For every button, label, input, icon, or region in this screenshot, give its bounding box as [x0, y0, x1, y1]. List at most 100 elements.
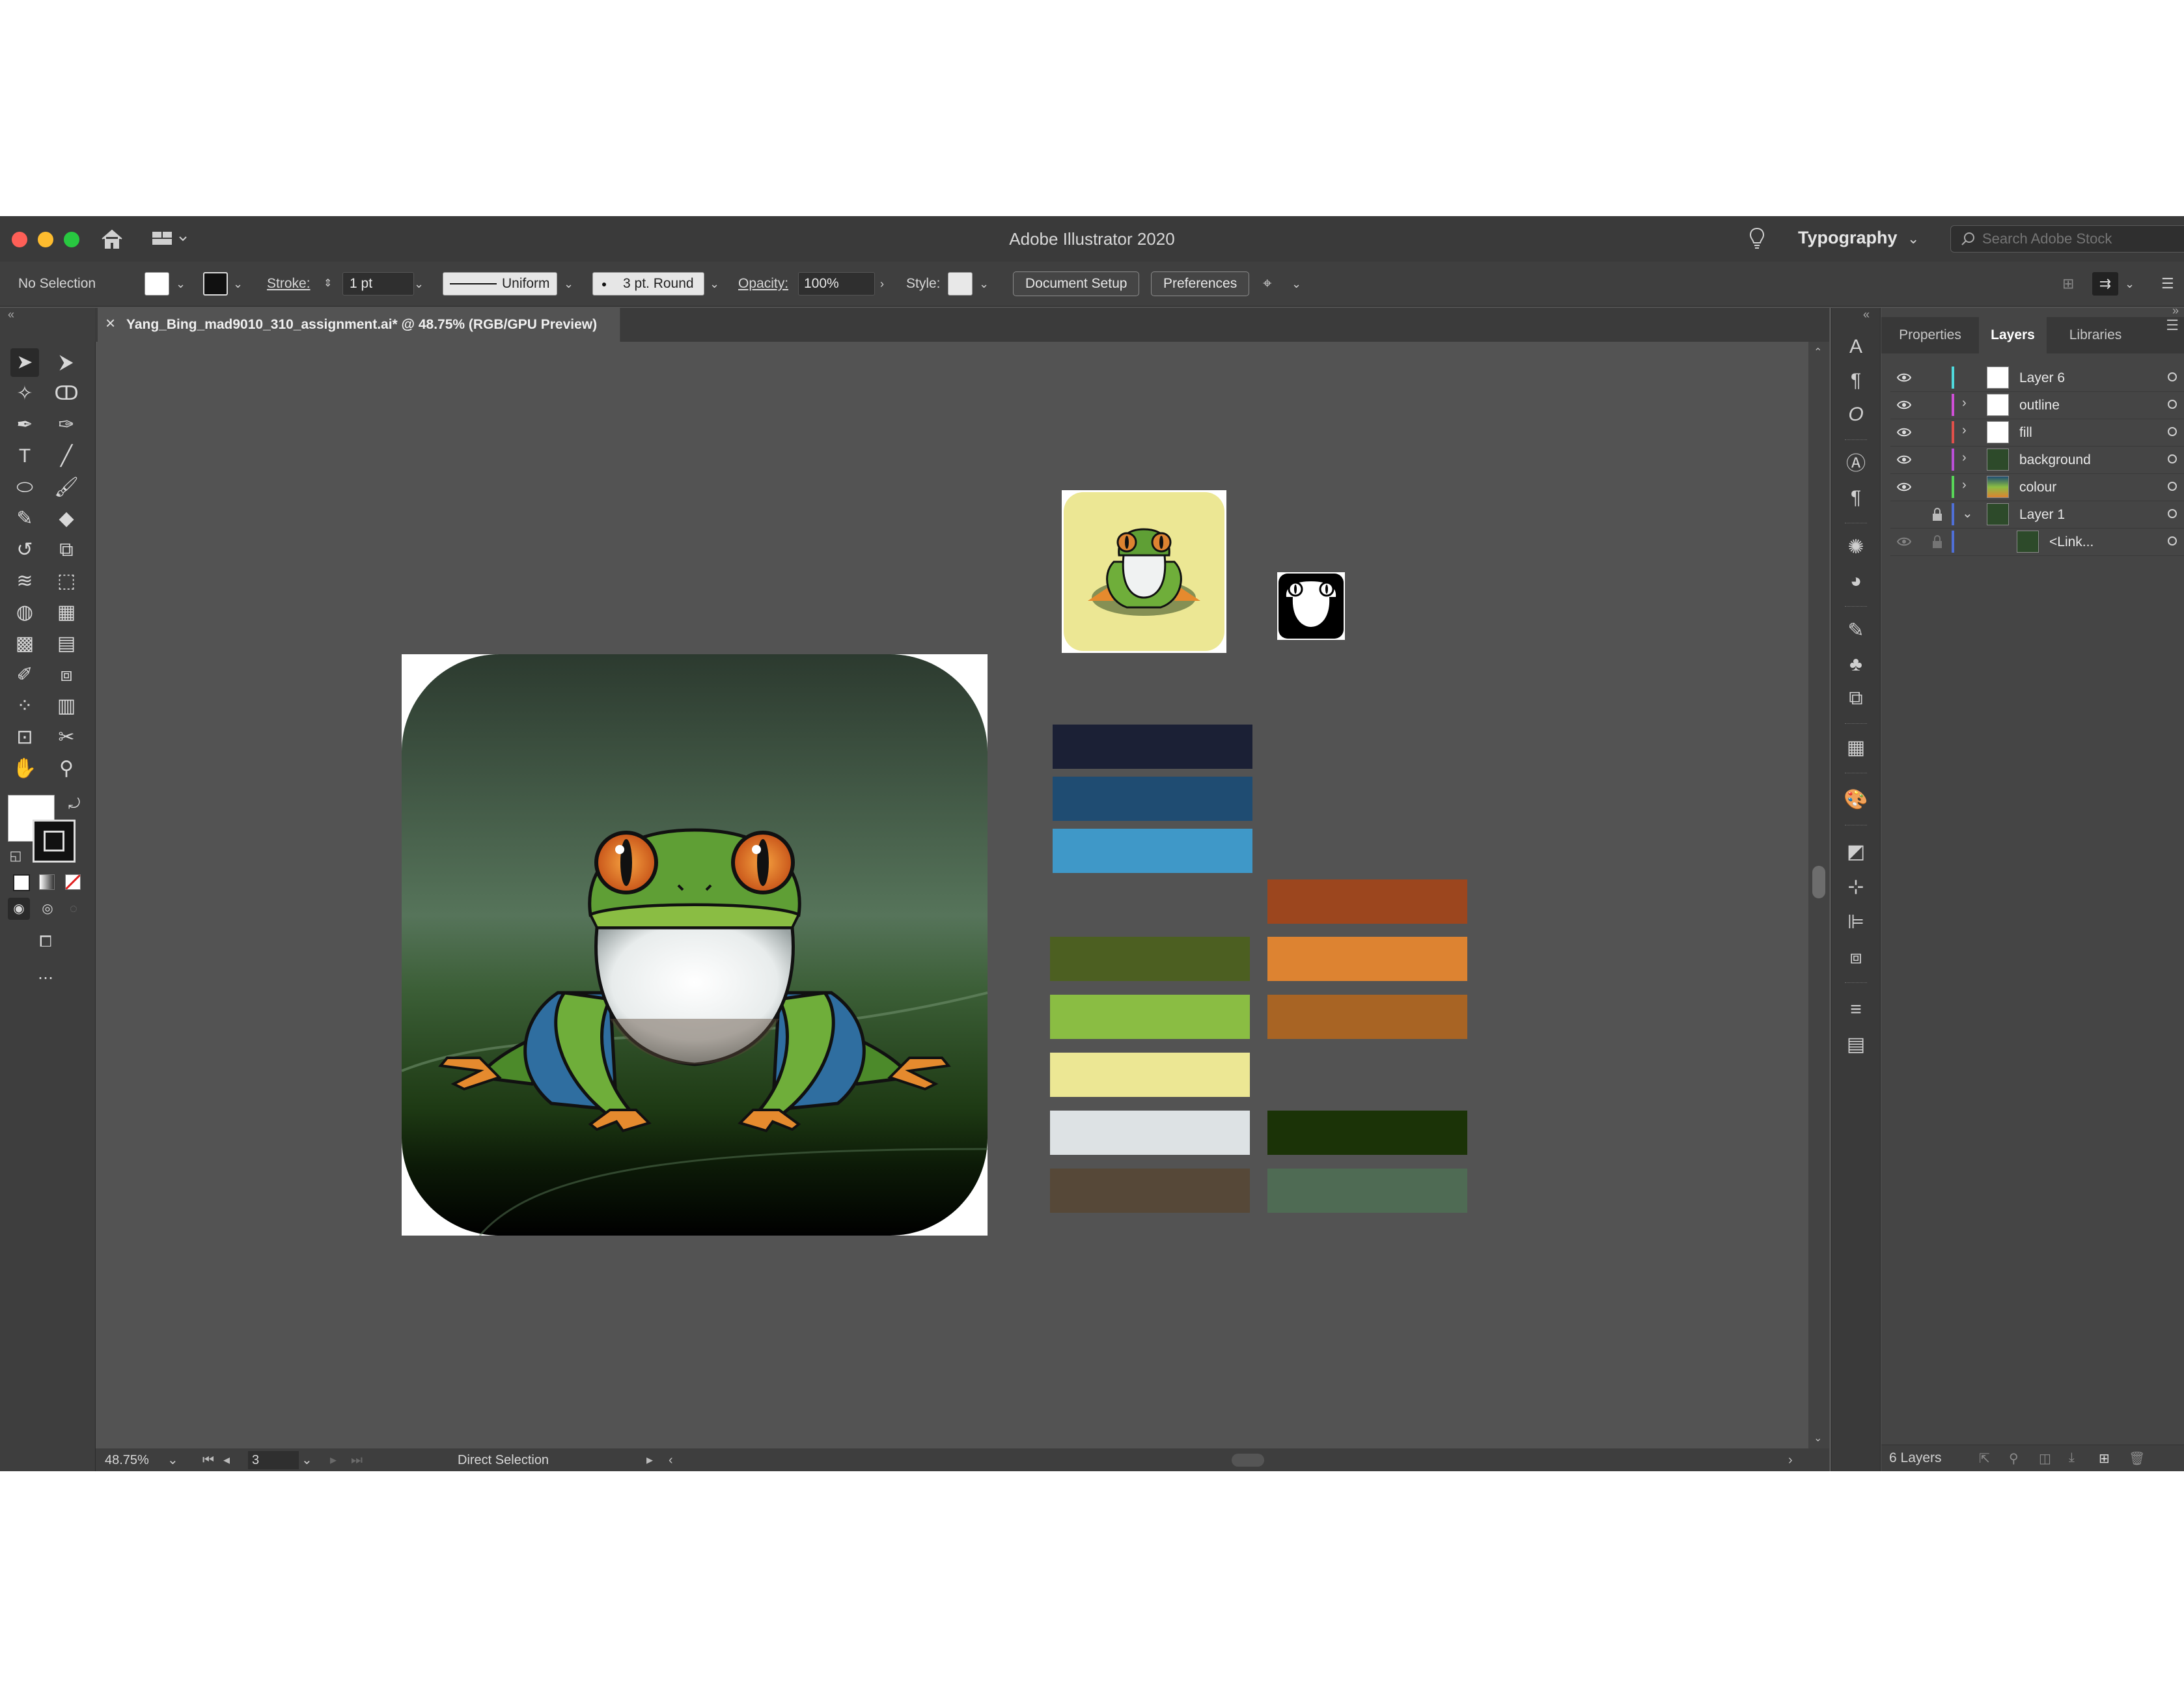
shaper-tool-icon[interactable]: ✎ [10, 505, 39, 533]
target-icon[interactable] [2168, 509, 2177, 518]
color-mode-icon[interactable] [13, 874, 30, 891]
gradient-panel-icon[interactable]: ▤ [1843, 1032, 1869, 1058]
close-icon[interactable]: × [105, 313, 115, 333]
search-input[interactable] [1981, 230, 2179, 248]
canvas[interactable] [96, 342, 1808, 1448]
free-transform-icon[interactable]: ⬚ [52, 567, 81, 596]
layer-name[interactable]: fill [2019, 425, 2032, 441]
links-icon[interactable]: ⧉ [1843, 685, 1869, 712]
tab-layers[interactable]: Layers [1979, 317, 2047, 353]
direct-selection-tool-icon[interactable]: ⮞ [52, 348, 81, 377]
swap-colors-icon[interactable]: ⤾ [60, 790, 89, 818]
tab-properties[interactable]: Properties [1881, 317, 1979, 353]
document-tab[interactable]: × Yang_Bing_mad9010_310_assignment.ai* @… [98, 308, 620, 342]
lock-icon[interactable] [1931, 534, 1944, 549]
eyedropper-icon[interactable]: ✐ [10, 661, 39, 689]
menu-list-icon[interactable]: ☰ [2161, 262, 2174, 306]
new-sublayer-icon[interactable]: ⤓ [2069, 1450, 2084, 1466]
opacity-field[interactable]: 100% [798, 272, 875, 296]
eye-icon[interactable] [1897, 453, 1911, 466]
draw-normal-icon[interactable]: ◉ [8, 898, 30, 920]
stroke-weight-field[interactable]: 1 pt [342, 272, 414, 296]
appearance-icon[interactable]: ✺ [1843, 534, 1869, 560]
target-icon[interactable] [2168, 427, 2177, 436]
swatch[interactable] [1267, 1169, 1467, 1213]
new-layer-icon[interactable]: ⊞ [2099, 1450, 2114, 1466]
paragraph-icon[interactable]: ¶ [1843, 368, 1869, 394]
default-colors-icon[interactable]: ◱ [1, 842, 30, 870]
character-icon[interactable]: A [1843, 334, 1869, 360]
status-menu-icon[interactable]: ▸ [646, 1451, 653, 1469]
swatch[interactable] [1053, 777, 1252, 821]
target-icon[interactable] [2168, 482, 2177, 491]
chevron-down-icon[interactable]: ⌄ [2125, 262, 2135, 306]
grid-icon[interactable]: ⊞ [2062, 262, 2074, 306]
chevron-down-icon[interactable]: ⌄ [167, 1451, 178, 1469]
chevron-down-icon[interactable]: ⌄ [414, 262, 424, 306]
lock-icon[interactable] [1931, 507, 1944, 521]
artboard-tool-icon[interactable]: ⊡ [10, 723, 39, 752]
arrange-icon[interactable]: ⌖ [1263, 262, 1272, 306]
selection-tool-icon[interactable]: ➤ [10, 348, 39, 377]
eraser-icon[interactable]: ◆ [52, 505, 81, 533]
swatch[interactable] [1050, 1111, 1250, 1155]
chevron-down-icon[interactable]: ⌄ [564, 262, 574, 306]
artboard-number[interactable]: 3 [248, 1451, 299, 1469]
opentype-icon[interactable]: O [1843, 402, 1869, 428]
panel-menu-icon[interactable]: ☰ [2166, 317, 2179, 334]
character-styles-icon[interactable]: Ⓐ [1843, 451, 1869, 477]
layer-row[interactable]: › fill [1890, 419, 2184, 447]
trash-icon[interactable]: 🗑 [2129, 1450, 2145, 1466]
draw-behind-icon[interactable]: ◎ [36, 898, 59, 920]
chevron-right-icon[interactable]: › [1962, 450, 1967, 465]
swatch[interactable] [1053, 725, 1252, 769]
chevron-down-icon[interactable]: ⌄ [233, 262, 243, 306]
lasso-icon[interactable]: ↀ [52, 380, 81, 408]
eye-icon[interactable] [1897, 426, 1911, 439]
layer-name[interactable]: Layer 1 [2019, 507, 2065, 523]
chevron-down-icon[interactable]: ⌄ [176, 262, 186, 306]
swatch[interactable] [1050, 1169, 1250, 1213]
blend-tool-icon[interactable]: ⧈ [52, 661, 81, 689]
first-artboard-icon[interactable]: ⏮ [202, 1451, 214, 1469]
chevron-down-icon[interactable]: ⌄ [1907, 230, 1919, 247]
stroke-panel-icon[interactable]: ≡ [1843, 997, 1869, 1023]
tab-libraries[interactable]: Libraries [2047, 317, 2144, 353]
layer-row[interactable]: › outline [1890, 391, 2184, 419]
scroll-right-icon[interactable]: › [1788, 1451, 1793, 1469]
transform-icon[interactable]: ⊹ [1843, 874, 1869, 900]
gradient-tool-icon[interactable]: ▤ [52, 630, 81, 658]
pen-tool-icon[interactable]: ✒ [10, 411, 39, 439]
column-graph-icon[interactable]: ▥ [52, 692, 81, 721]
stroke-color-box[interactable] [33, 820, 76, 863]
eye-icon[interactable] [1897, 371, 1911, 384]
brushes-icon[interactable]: ✎ [1843, 618, 1869, 644]
target-icon[interactable] [2168, 372, 2177, 381]
chevron-down-icon[interactable]: ⌄ [979, 262, 989, 306]
zoom-tool-icon[interactable]: ⚲ [52, 754, 81, 783]
align-icon[interactable]: ⊫ [1843, 909, 1869, 935]
target-icon[interactable] [2168, 400, 2177, 409]
swatch[interactable] [1267, 1111, 1467, 1155]
workspace-switcher[interactable]: Typography [1798, 228, 1898, 248]
collapse-icon[interactable]: « [8, 308, 14, 322]
chevron-right-icon[interactable]: › [1962, 423, 1967, 438]
hand-tool-icon[interactable]: ✋ [10, 754, 39, 783]
scale-tool-icon[interactable]: ⧉ [52, 536, 81, 564]
chevron-right-icon[interactable]: › [1962, 478, 1967, 493]
search-adobe-stock[interactable] [1950, 225, 2184, 253]
brush-dropdown[interactable]: 3 pt. Round [592, 272, 704, 296]
transparency-icon[interactable]: ◩ [1843, 839, 1869, 865]
scroll-thumb[interactable] [1812, 866, 1825, 898]
line-tool-icon[interactable]: ╱ [52, 442, 81, 471]
curvature-tool-icon[interactable]: ✑ [52, 411, 81, 439]
chevron-down-icon[interactable]: ⌄ [301, 1451, 312, 1469]
warp-tool-icon[interactable]: ≋ [10, 567, 39, 596]
swatch[interactable] [1267, 937, 1467, 981]
paragraph-styles-icon[interactable]: ¶ [1843, 485, 1869, 511]
clipping-mask-icon[interactable]: ◫ [2039, 1450, 2054, 1466]
opacity-label[interactable]: Opacity: [738, 262, 788, 306]
layer-row[interactable]: ⌄ Layer 1 [1890, 501, 2184, 529]
color-guide-icon[interactable]: 🎨 [1843, 787, 1869, 813]
stroke-label[interactable]: Stroke: [267, 262, 311, 306]
